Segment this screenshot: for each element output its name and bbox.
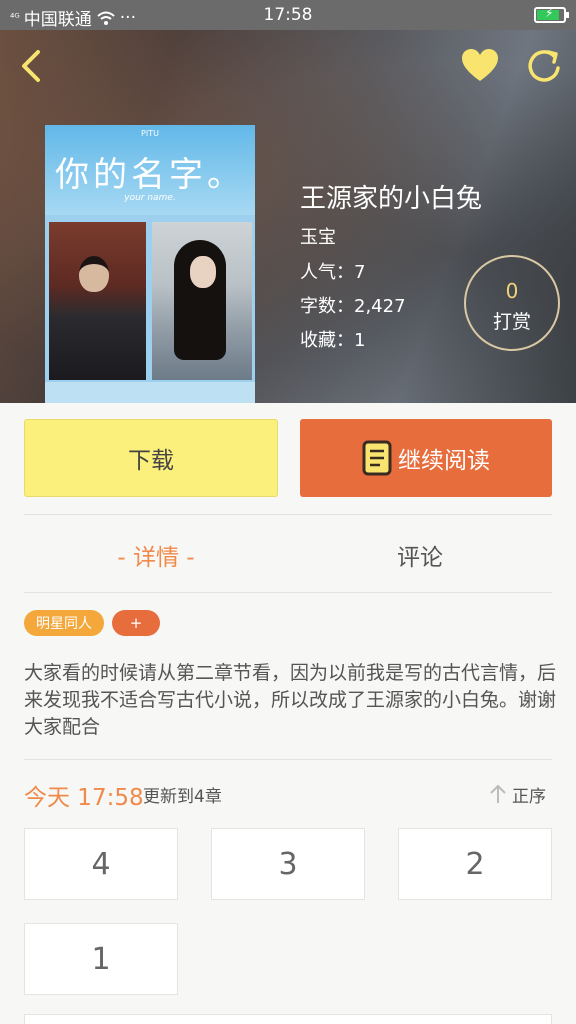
book-cover[interactable]: PITU 你的名字。 your name. [45,125,255,403]
cover-subtitle: your name. [124,193,176,203]
popularity-value: 7 [354,262,366,283]
chapter-item[interactable]: 2 [398,828,552,900]
category-tag[interactable]: 明星同人 [24,610,104,636]
tab-detail[interactable]: - 详情 - [24,538,288,572]
favorites-value: 1 [354,330,366,351]
book-description: 大家看的时候请从第二章节看，因为以前我是写的古代言情，后来发现我不适合写古代小说… [24,662,557,738]
tip-count: 0 [505,279,519,303]
refresh-icon[interactable] [524,46,564,86]
update-time: 今天 17:58 [24,785,144,811]
book-header: PITU 你的名字。 your name. 王源家的小白兔 玉宝 人气：7 字数… [0,30,576,403]
update-text: 更新到4章 [143,787,222,807]
arrow-up-icon [490,784,506,803]
book-author[interactable]: 玉宝 [300,223,336,249]
tip-button[interactable]: 0 打赏 [464,255,560,351]
cover-title: 你的名字。 [55,155,245,195]
continue-read-label: 继续阅读 [398,448,490,474]
cover-photo-right [152,222,252,380]
status-time: 17:58 [263,5,313,25]
tab-comment[interactable]: 评论 [288,538,552,572]
divider [24,759,552,760]
book-title: 王源家的小白兔 [300,184,483,214]
download-button[interactable]: 下载 [24,419,278,497]
cover-small-text: PITU [141,129,159,138]
back-icon[interactable] [14,46,50,86]
words-row: 字数：2,427 [300,296,406,317]
continue-read-button[interactable]: 继续阅读 [300,419,552,497]
bottom-panel [24,1014,552,1024]
book-icon [362,440,392,476]
sort-button[interactable]: 正序 [488,781,554,807]
words-value: 2,427 [354,296,406,317]
sort-label: 正序 [512,786,546,807]
divider [24,514,552,515]
download-label: 下载 [128,448,174,474]
battery-icon: ⚡ [534,6,569,23]
divider [24,592,552,593]
cover-photo-left [49,222,146,380]
add-tag-button[interactable]: + [112,610,160,636]
favorites-row: 收藏：1 [300,330,366,351]
chapter-item[interactable]: 4 [24,828,178,900]
tip-label: 打赏 [492,311,531,333]
chapter-item[interactable]: 3 [211,828,365,900]
popularity-row: 人气：7 [300,262,366,283]
status-bar: ⁴ᴳ 中国联通 ··· 17:58 ⚡ [0,0,576,30]
heart-icon[interactable] [460,46,500,86]
chapter-item[interactable]: 1 [24,923,178,995]
